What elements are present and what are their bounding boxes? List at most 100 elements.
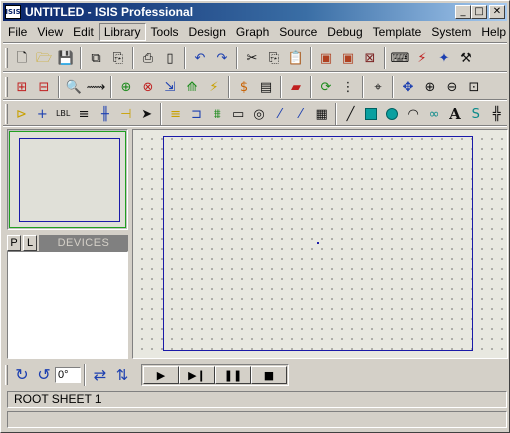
open-folder-icon[interactable]: 🗁 bbox=[33, 47, 55, 69]
title-bar[interactable]: ISIS UNTITLED - ISIS Professional _ □ ✕ bbox=[3, 3, 507, 21]
redo-icon[interactable]: ↷ bbox=[211, 47, 233, 69]
print-area-icon[interactable]: ▯ bbox=[159, 47, 181, 69]
menu-help[interactable]: Help bbox=[476, 23, 510, 41]
block-move-icon[interactable]: ▣ bbox=[337, 47, 359, 69]
menu-source[interactable]: Source bbox=[274, 23, 322, 41]
terminal-icon[interactable]: ≡ bbox=[165, 103, 186, 125]
rotate-clockwise-icon[interactable]: ↻ bbox=[11, 364, 33, 386]
stop-button[interactable]: ■ bbox=[251, 366, 287, 384]
ares-icon[interactable]: ▤ bbox=[255, 76, 277, 98]
maximize-button[interactable]: □ bbox=[471, 5, 487, 19]
netlist-icon[interactable]: $ bbox=[233, 76, 255, 98]
toolbar-separator bbox=[84, 364, 86, 386]
zoom-out-icon[interactable]: ⊕ bbox=[419, 76, 441, 98]
grid-icon[interactable]: ⟳ bbox=[315, 76, 337, 98]
menu-library[interactable]: Library bbox=[98, 23, 146, 41]
search-icon[interactable]: 🔍 bbox=[63, 76, 85, 98]
package-tool-icon[interactable]: ✦ bbox=[433, 47, 455, 69]
menu-debug[interactable]: Debug bbox=[322, 23, 367, 41]
menu-graph[interactable]: Graph bbox=[231, 23, 274, 41]
symbol-icon[interactable]: S bbox=[465, 103, 486, 125]
junction-dot-icon[interactable]: LBL bbox=[53, 103, 74, 125]
pick-device-icon[interactable]: ⌨ bbox=[389, 47, 411, 69]
step-button[interactable]: ▶❙ bbox=[179, 366, 215, 384]
toolbar-grip[interactable] bbox=[5, 48, 8, 68]
wire-autorouter-icon[interactable]: ⟿ bbox=[85, 76, 107, 98]
cut-icon[interactable]: ✂ bbox=[241, 47, 263, 69]
device-list[interactable] bbox=[7, 251, 128, 359]
schematic-canvas[interactable] bbox=[132, 129, 508, 359]
pin-icon[interactable]: ⊐ bbox=[186, 103, 207, 125]
minimize-button[interactable]: _ bbox=[455, 5, 471, 19]
menu-edit[interactable]: Edit bbox=[68, 23, 99, 41]
undo-icon[interactable]: ↶ bbox=[189, 47, 211, 69]
box-icon[interactable] bbox=[361, 103, 382, 125]
block-copy-icon[interactable]: ▣ bbox=[315, 47, 337, 69]
menu-view[interactable]: View bbox=[32, 23, 68, 41]
close-button[interactable]: ✕ bbox=[489, 5, 505, 19]
graph-icon[interactable]: ⩩ bbox=[207, 103, 228, 125]
new-file-icon[interactable]: 🗋 bbox=[11, 47, 33, 69]
origin-icon[interactable]: ⋮ bbox=[337, 76, 359, 98]
menu-tools[interactable]: Tools bbox=[146, 23, 184, 41]
menu-design[interactable]: Design bbox=[184, 23, 231, 41]
pick-devices-button[interactable]: P bbox=[7, 235, 21, 251]
line-icon[interactable]: ╱ bbox=[340, 103, 361, 125]
toolbar-separator bbox=[392, 76, 394, 98]
menu-system[interactable]: System bbox=[426, 23, 476, 41]
marker-icon[interactable]: ╬ bbox=[486, 103, 507, 125]
new-sheet-icon[interactable]: ⊟ bbox=[33, 76, 55, 98]
save-icon[interactable]: 💾 bbox=[55, 47, 77, 69]
refresh-icon[interactable]: ▰ bbox=[285, 76, 307, 98]
property-assign-icon[interactable]: ⟰ bbox=[181, 76, 203, 98]
paste-icon[interactable]: 📋 bbox=[285, 47, 307, 69]
copy-icon[interactable]: ⎘ bbox=[263, 47, 285, 69]
toolbar-grip[interactable] bbox=[5, 104, 8, 124]
design-explorer-icon[interactable]: ⊞ bbox=[11, 76, 33, 98]
toolbar-grip[interactable] bbox=[5, 365, 8, 385]
wire-label-icon[interactable]: ≡ bbox=[74, 103, 95, 125]
overview-window[interactable] bbox=[7, 129, 128, 230]
window-title: UNTITLED - ISIS Professional bbox=[25, 5, 194, 19]
remove-sheet-icon[interactable]: ⊗ bbox=[137, 76, 159, 98]
subcircuit-icon[interactable]: ➤ bbox=[136, 103, 157, 125]
voltage-probe-icon[interactable]: ⁄ bbox=[269, 103, 290, 125]
bill-of-materials-icon[interactable]: ⚡ bbox=[203, 76, 225, 98]
make-device-icon[interactable]: ⚡ bbox=[411, 47, 433, 69]
toolbar-grip[interactable] bbox=[5, 77, 8, 97]
path-icon[interactable]: ∞ bbox=[424, 103, 445, 125]
play-button[interactable]: ▶ bbox=[143, 366, 179, 384]
virtual-instrument-icon[interactable]: ▦ bbox=[311, 103, 332, 125]
pan-icon[interactable]: ⌖ bbox=[367, 76, 389, 98]
menu-file[interactable]: File bbox=[3, 23, 32, 41]
goto-sheet-icon[interactable]: ⇲ bbox=[159, 76, 181, 98]
text-icon[interactable]: A bbox=[444, 103, 465, 125]
block-delete-icon[interactable]: ⊠ bbox=[359, 47, 381, 69]
text-script-icon[interactable]: ╫ bbox=[94, 103, 115, 125]
zoom-area-icon[interactable]: ⊖ bbox=[441, 76, 463, 98]
menu-template[interactable]: Template bbox=[368, 23, 427, 41]
generator-icon[interactable]: ◎ bbox=[249, 103, 270, 125]
export-section-icon[interactable]: ⎘ bbox=[107, 47, 129, 69]
component-mode-icon[interactable]: + bbox=[32, 103, 53, 125]
current-probe-icon[interactable]: ⁄ bbox=[290, 103, 311, 125]
zoom-all-icon[interactable]: ⊡ bbox=[463, 76, 485, 98]
add-sheet-icon[interactable]: ⊕ bbox=[115, 76, 137, 98]
rotation-angle-field[interactable]: 0° bbox=[55, 367, 81, 383]
circle-icon[interactable] bbox=[382, 103, 403, 125]
tape-icon[interactable]: ▭ bbox=[228, 103, 249, 125]
app-icon[interactable]: ISIS bbox=[5, 5, 21, 19]
select-mode-icon[interactable]: ⊳ bbox=[11, 103, 32, 125]
mirror-vertical-icon[interactable]: ⇅ bbox=[111, 364, 133, 386]
origin-marker bbox=[317, 242, 319, 244]
decompose-icon[interactable]: ⚒ bbox=[455, 47, 477, 69]
rotate-anticlockwise-icon[interactable]: ↺ bbox=[33, 364, 55, 386]
bus-icon[interactable]: ⊣ bbox=[115, 103, 136, 125]
zoom-in-icon[interactable]: ✥ bbox=[397, 76, 419, 98]
pause-button[interactable]: ❚❚ bbox=[215, 366, 251, 384]
arc-icon[interactable]: ◠ bbox=[403, 103, 424, 125]
mirror-horizontal-icon[interactable]: ⇄ bbox=[89, 364, 111, 386]
import-section-icon[interactable]: ⧉ bbox=[85, 47, 107, 69]
library-manager-button[interactable]: L bbox=[23, 235, 37, 251]
print-icon[interactable]: ⎙ bbox=[137, 47, 159, 69]
